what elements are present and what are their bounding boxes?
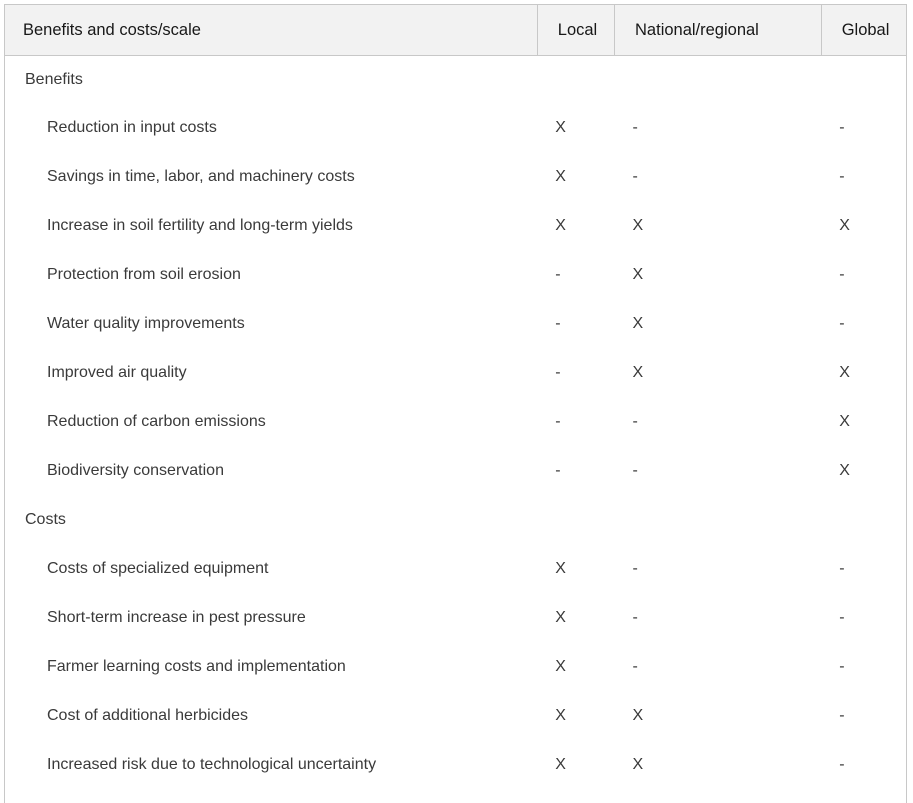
cell-local: X	[555, 560, 566, 577]
cell-global: -	[839, 707, 845, 724]
cell-local: X	[555, 707, 566, 724]
cell-national: X	[632, 756, 644, 773]
row-label: Water quality improvements	[47, 315, 245, 332]
cell-global: -	[839, 756, 845, 773]
table-section-row: Costs	[5, 496, 907, 545]
cell-global: X	[839, 364, 850, 381]
column-header-national: National/regional	[614, 4, 822, 56]
table-row: Water quality improvements - X -	[5, 300, 907, 349]
cell-global: X	[839, 413, 850, 430]
cell-local: -	[555, 364, 561, 381]
table-body: Benefits Reduction in input costs X - - Savin…	[5, 56, 907, 803]
cell-national: X	[632, 707, 644, 724]
table-row: Short-term increase in pest pressure X - -	[5, 594, 907, 643]
table-row: Reduction in input costs X - -	[5, 104, 907, 153]
spacer-cell	[5, 790, 538, 803]
cell-national: -	[632, 462, 638, 479]
table-container: Benefits and costs/scale Local National/…	[0, 0, 913, 803]
cell-global: -	[839, 119, 845, 136]
cell-national: -	[632, 119, 638, 136]
cell-global: -	[839, 560, 845, 577]
cell-global: X	[839, 217, 850, 234]
row-label: Short-term increase in pest pressure	[47, 609, 306, 626]
section-label: Benefits	[25, 70, 83, 88]
cell-local: -	[555, 266, 561, 283]
cell-local: X	[555, 168, 566, 185]
header-row: Benefits and costs/scale Local National/…	[4, 4, 907, 56]
cell-local: X	[555, 217, 566, 234]
cell-local: -	[555, 462, 561, 479]
cell-local	[537, 496, 614, 545]
table-row: Farmer learning costs and implementation…	[5, 643, 907, 692]
cell-global	[821, 56, 906, 104]
row-label: Reduction of carbon emissions	[47, 413, 266, 430]
spacer-cell	[615, 790, 822, 803]
cell-national: -	[632, 609, 638, 626]
column-header-global: Global	[820, 4, 907, 56]
row-label: Increase in soil fertility and long-term…	[47, 217, 353, 234]
table-row: Increased risk due to technological unce…	[5, 741, 907, 790]
table-header: Benefits and costs/scale Local National/…	[4, 4, 907, 56]
row-label: Cost of additional herbicides	[47, 707, 249, 724]
cell-global: -	[839, 168, 845, 185]
row-label: Farmer learning costs and implementation	[47, 658, 346, 675]
row-label: Improved air quality	[47, 364, 187, 381]
table-row: Biodiversity conservation - - X	[5, 447, 907, 496]
cell-national: -	[632, 658, 638, 675]
row-label: Costs of specialized equipment	[47, 560, 269, 577]
cell-national: X	[632, 266, 644, 283]
cell-global: -	[839, 658, 845, 675]
column-header-local: Local	[536, 4, 615, 56]
cell-global: -	[839, 315, 845, 332]
table-bottom-spacer	[5, 790, 907, 803]
row-label: Increased risk due to technological unce…	[47, 756, 377, 773]
cell-national: -	[632, 168, 638, 185]
table-row: Protection from soil erosion - X -	[5, 251, 907, 300]
cell-local: -	[555, 413, 561, 430]
cell-local: X	[555, 756, 566, 773]
section-label: Costs	[25, 511, 66, 528]
cell-national: X	[632, 217, 644, 234]
table-section-row: Benefits	[5, 56, 907, 104]
cell-national: -	[632, 413, 638, 430]
table-row: Costs of specialized equipment X - -	[5, 545, 907, 594]
cell-global: -	[839, 609, 845, 626]
spacer-cell	[537, 790, 614, 803]
cell-local: X	[555, 119, 566, 136]
table-row: Increase in soil fertility and long-term…	[5, 202, 907, 251]
cell-local: X	[555, 658, 566, 675]
row-label: Biodiversity conservation	[47, 462, 224, 479]
cell-local	[537, 56, 614, 104]
cell-global	[821, 496, 906, 545]
spacer-cell	[821, 790, 906, 803]
column-header-label: Benefits and costs/scale	[4, 4, 538, 56]
row-label: Reduction in input costs	[47, 119, 217, 136]
row-label: Protection from soil erosion	[47, 266, 241, 283]
table-row: Cost of additional herbicides X X -	[5, 692, 907, 741]
cell-local: -	[555, 315, 561, 332]
table-row: Reduction of carbon emissions - - X	[5, 398, 907, 447]
cell-local: X	[555, 609, 566, 626]
cell-global: -	[839, 266, 845, 283]
cell-national: X	[632, 364, 644, 381]
cell-global: X	[839, 462, 850, 479]
cell-national	[615, 496, 822, 545]
cell-national: -	[632, 560, 638, 577]
benefits-costs-table: Benefits and costs/scale Local National/…	[4, 4, 907, 803]
cell-national: X	[632, 315, 644, 332]
row-label: Savings in time, labor, and machinery co…	[47, 168, 355, 185]
cell-national	[615, 56, 822, 104]
table-row: Improved air quality - X X	[5, 349, 907, 398]
table-row: Savings in time, labor, and machinery co…	[5, 153, 907, 202]
